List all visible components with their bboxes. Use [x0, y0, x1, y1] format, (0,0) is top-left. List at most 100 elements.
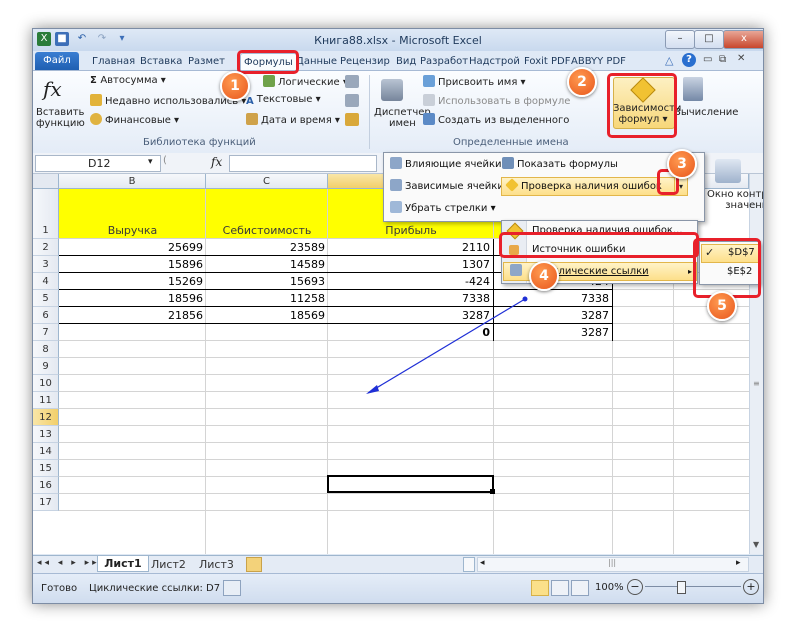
tab-review[interactable]: Рецензир [337, 53, 393, 70]
star-icon [90, 94, 102, 106]
trace-precedents-button[interactable]: Влияющие ячейки [390, 157, 502, 170]
text-a-icon: A [246, 96, 254, 107]
tab-data[interactable]: Данные [293, 53, 340, 70]
tab-addins[interactable]: Надстрой [466, 53, 523, 70]
scroll-grip-icon: ||| [608, 558, 617, 567]
circular-icon [510, 264, 522, 276]
formula-bar-divider: ( [163, 155, 167, 166]
page-layout-view-icon[interactable] [551, 580, 569, 596]
tab-page-layout[interactable]: Размет [185, 53, 228, 70]
calculator-icon[interactable] [683, 77, 703, 101]
more-functions-icon[interactable] [345, 113, 359, 126]
grid-icon [423, 113, 435, 125]
sheet-tab-1[interactable]: Лист1 [97, 556, 149, 572]
collapse-ribbon-icon[interactable]: △ [665, 54, 673, 67]
create-from-selection-button[interactable]: Создать из выделенного [423, 113, 569, 126]
callout-box-dependencies [607, 73, 677, 138]
window-title: Книга88.xlsx - Microsoft Excel [314, 34, 482, 47]
callout-badge-2: 2 [567, 67, 597, 97]
sheet-nav-icons[interactable]: ◂◂ ◂ ▸ ▸▸ [37, 558, 100, 568]
insert-sheet-icon[interactable] [246, 557, 262, 572]
insert-function-button[interactable]: Вставить функцию [36, 107, 85, 129]
error-checking-button[interactable]: Проверка наличия ошибок [501, 177, 675, 196]
watch-window-icon[interactable] [715, 159, 741, 183]
logical-icon [263, 75, 275, 87]
formula-input[interactable] [229, 155, 377, 172]
trace-dependents-button[interactable]: Зависимые ячейки [390, 179, 504, 192]
workbook-minimize-icon[interactable]: ▭ [703, 54, 712, 65]
name-manager-icon[interactable] [381, 79, 403, 101]
minimize-button[interactable]: – [665, 30, 695, 49]
clock-icon [246, 113, 258, 125]
callout-box-refs [693, 238, 761, 298]
submenu-arrow-icon: ▸ [687, 267, 692, 276]
tab-foxit-pdf[interactable]: Foxit PDF [521, 53, 573, 70]
status-ready: Готово [41, 583, 78, 594]
tab-view[interactable]: Вид [393, 53, 419, 70]
workbook-close-icon[interactable]: ✕ [737, 53, 745, 64]
lookup-icon[interactable] [345, 75, 359, 88]
scroll-left-icon[interactable]: ◂ [480, 558, 485, 568]
tab-insert[interactable]: Вставка [137, 53, 185, 70]
page-break-view-icon[interactable] [571, 580, 589, 596]
help-icon[interactable]: ? [682, 53, 696, 67]
status-circular: Циклические ссылки: D7 [89, 583, 221, 594]
macro-record-icon[interactable] [223, 580, 241, 596]
status-bar: Готово Циклические ссылки: D7 100% − + [33, 573, 763, 603]
chevron-down-icon[interactable]: ▾ [148, 157, 153, 167]
excel-window: X ■ ↶ ↷ ▾ Книга88.xlsx - Microsoft Excel… [32, 28, 764, 604]
tab-file[interactable]: Файл [35, 52, 79, 70]
use-in-formula-button[interactable]: Использовать в формуле [423, 94, 570, 107]
remove-arrows-button[interactable]: Убрать стрелки ▾ [390, 201, 496, 214]
callout-box-formulas [237, 50, 299, 74]
group-label-names: Определенные имена [453, 137, 569, 148]
sheet-tab-3[interactable]: Лист3 [199, 558, 234, 571]
insert-function-icon[interactable]: fx [43, 77, 62, 101]
precedents-icon [390, 157, 402, 169]
vertical-scrollbar[interactable]: ≡ ▼ [749, 174, 763, 554]
zoom-slider[interactable] [645, 586, 741, 587]
tab-developer[interactable]: Разработ [417, 53, 471, 70]
arrows-icon [390, 201, 402, 213]
sheet-tab-2[interactable]: Лист2 [151, 558, 186, 571]
assign-name-button[interactable]: Присвоить имя ▾ [423, 75, 526, 88]
logical-functions-button[interactable]: Логические ▾ [263, 75, 348, 88]
sheet-tab-bar: ◂◂ ◂ ▸ ▸▸ Лист1 Лист2 Лист3 ◂ ||| ▸ [33, 555, 763, 573]
datetime-functions-button[interactable]: Дата и время ▾ [246, 113, 340, 126]
callout-badge-3: 3 [667, 149, 697, 179]
close-button[interactable]: x [723, 30, 763, 49]
maximize-button[interactable]: □ [694, 30, 724, 49]
scroll-down-icon[interactable]: ▼ [753, 540, 759, 549]
callout-badge-5: 5 [707, 291, 737, 321]
show-formulas-icon [502, 157, 514, 169]
watch-window-button[interactable]: Окно контрольнзначения [707, 189, 763, 211]
math-icon[interactable] [345, 94, 359, 107]
autosum-button[interactable]: Σ Автосумма ▾ [90, 75, 166, 86]
zoom-slider-thumb[interactable] [677, 581, 686, 594]
diamond-warning-icon [505, 178, 519, 192]
dependents-icon [390, 179, 402, 191]
zoom-level[interactable]: 100% [595, 582, 624, 593]
formula-icon [423, 94, 435, 106]
workbook-restore-icon[interactable]: ⧉ [719, 54, 726, 65]
name-box[interactable]: D12 ▾ [35, 155, 161, 172]
normal-view-icon[interactable] [531, 580, 549, 596]
tab-splitter[interactable] [463, 557, 475, 572]
tag-icon [423, 75, 435, 87]
zoom-out-icon[interactable]: − [627, 579, 643, 595]
financial-functions-button[interactable]: Финансовые ▾ [90, 113, 179, 126]
callout-box-circular [499, 232, 699, 258]
horizontal-scrollbar[interactable]: ◂ ||| ▸ [477, 557, 749, 572]
scroll-right-icon[interactable]: ▸ [736, 558, 741, 568]
name-box-value: D12 [88, 157, 111, 170]
text-functions-button[interactable]: A Текстовые ▾ [246, 94, 321, 108]
scroll-grip-icon: ≡ [753, 379, 760, 388]
callout-badge-1: 1 [220, 71, 250, 101]
fx-icon[interactable]: fx [211, 155, 222, 169]
zoom-in-icon[interactable]: + [743, 579, 759, 595]
tab-home[interactable]: Главная [89, 53, 138, 70]
title-bar: X ■ ↶ ↷ ▾ Книга88.xlsx - Microsoft Excel… [33, 29, 763, 51]
show-formulas-button[interactable]: Показать формулы [502, 157, 618, 170]
coins-icon [90, 113, 102, 125]
calculation-button[interactable]: Вычисление [674, 107, 738, 118]
